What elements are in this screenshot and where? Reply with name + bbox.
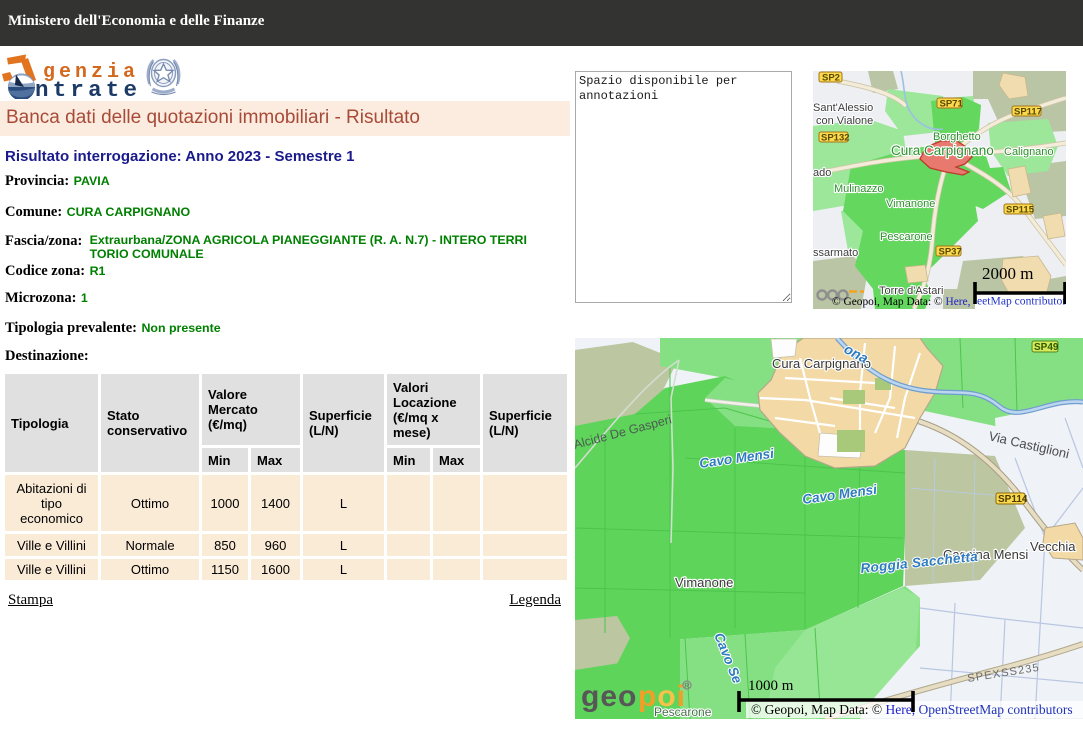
svg-text:SP117: SP117: [1014, 107, 1042, 118]
svg-text:poi: poi: [638, 680, 686, 713]
svg-text:SP114: SP114: [998, 494, 1028, 505]
svg-text:SP71: SP71: [940, 99, 964, 110]
svg-text:SP37: SP37: [939, 247, 962, 258]
svg-text:Cura Carpignano: Cura Carpignano: [891, 143, 994, 158]
svg-text:ssarmato: ssarmato: [813, 247, 858, 259]
svg-text:Vecchia: Vecchia: [1030, 539, 1076, 554]
svg-text:ntrate: ntrate: [35, 77, 141, 99]
svg-text:Calignano: Calignano: [1004, 146, 1054, 158]
svg-text:1000 m: 1000 m: [748, 678, 794, 694]
svg-text:Sant'Alessio: Sant'Alessio: [813, 102, 873, 114]
svg-text:Pescarone: Pescarone: [880, 231, 933, 243]
svg-text:2000 m: 2000 m: [982, 264, 1033, 283]
svg-text:con Vialone: con Vialone: [816, 115, 873, 127]
svg-text:Mulinazzo: Mulinazzo: [834, 183, 884, 195]
svg-text:SP49: SP49: [1034, 342, 1059, 353]
svg-text:SP132: SP132: [821, 133, 850, 144]
svg-text:Vimanone: Vimanone: [675, 575, 733, 590]
svg-text:R: R: [684, 681, 690, 690]
svg-text:SP2: SP2: [822, 73, 840, 84]
svg-text:Borghetto: Borghetto: [933, 131, 981, 143]
svg-text:SP115: SP115: [1006, 205, 1035, 216]
svg-text:geo: geo: [581, 680, 637, 713]
svg-text:Vimanone: Vimanone: [886, 198, 935, 210]
svg-text:ado: ado: [813, 167, 831, 179]
svg-text:eetMap contributor: eetMap contributor: [977, 295, 1066, 308]
